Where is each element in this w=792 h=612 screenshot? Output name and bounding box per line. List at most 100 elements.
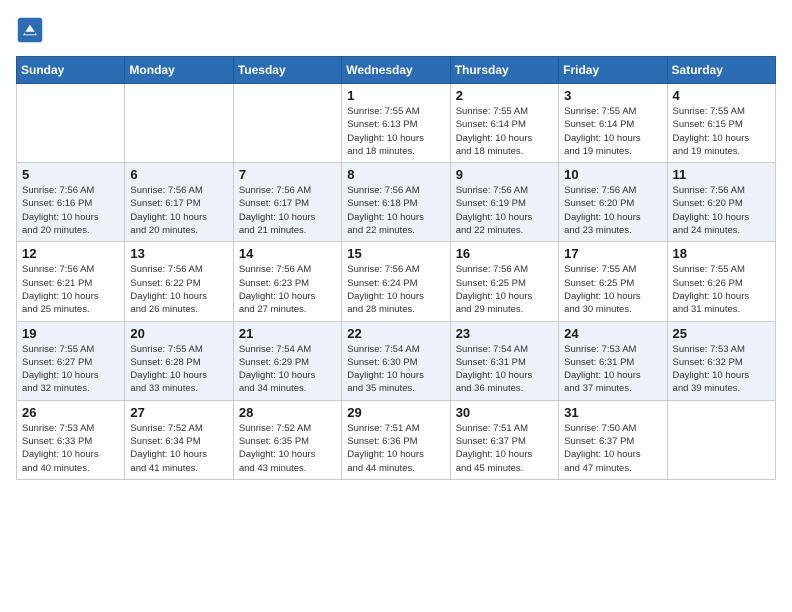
day-info: Sunrise: 7:56 AM Sunset: 6:16 PM Dayligh…: [22, 184, 119, 237]
day-number: 29: [347, 405, 444, 420]
day-info: Sunrise: 7:51 AM Sunset: 6:37 PM Dayligh…: [456, 422, 553, 475]
day-number: 10: [564, 167, 661, 182]
day-info: Sunrise: 7:55 AM Sunset: 6:28 PM Dayligh…: [130, 343, 227, 396]
day-info: Sunrise: 7:56 AM Sunset: 6:17 PM Dayligh…: [239, 184, 336, 237]
day-number: 9: [456, 167, 553, 182]
day-header-wednesday: Wednesday: [342, 57, 450, 84]
day-number: 11: [673, 167, 770, 182]
day-number: 21: [239, 326, 336, 341]
day-number: 14: [239, 246, 336, 261]
calendar-cell: 17Sunrise: 7:55 AM Sunset: 6:25 PM Dayli…: [559, 242, 667, 321]
calendar-cell: 27 Sunrise: 7:52 AM Sunset: 6:34 PM Dayli…: [125, 400, 233, 479]
calendar-cell: 31 Sunrise: 7:50 AM Sunset: 6:37 PM Dayli…: [559, 400, 667, 479]
day-info: Sunrise: 7:54 AM Sunset: 6:31 PM Dayligh…: [456, 343, 553, 396]
calendar-week-row: 19 Sunrise: 7:55 AM Sunset: 6:27 PM Dayli…: [17, 321, 776, 400]
calendar-cell: 25 Sunrise: 7:53 AM Sunset: 6:32 PM Dayli…: [667, 321, 775, 400]
day-info: Sunrise: 7:53 AM Sunset: 6:32 PM Dayligh…: [673, 343, 770, 396]
day-info: Sunrise: 7:53 AM Sunset: 6:31 PM Dayligh…: [564, 343, 661, 396]
calendar-week-row: 26Sunrise: 7:53 AM Sunset: 6:33 PM Dayli…: [17, 400, 776, 479]
calendar-cell: 15 Sunrise: 7:56 AM Sunset: 6:24 PM Dayli…: [342, 242, 450, 321]
day-header-tuesday: Tuesday: [233, 57, 341, 84]
day-number: 26: [22, 405, 119, 420]
calendar-cell: 26Sunrise: 7:53 AM Sunset: 6:33 PM Dayli…: [17, 400, 125, 479]
calendar-cell: 29 Sunrise: 7:51 AM Sunset: 6:36 PM Dayli…: [342, 400, 450, 479]
day-info: Sunrise: 7:52 AM Sunset: 6:35 PM Dayligh…: [239, 422, 336, 475]
calendar-cell: [17, 84, 125, 163]
day-number: 24: [564, 326, 661, 341]
calendar-cell: 7 Sunrise: 7:56 AM Sunset: 6:17 PM Daylig…: [233, 163, 341, 242]
calendar-cell: 12Sunrise: 7:56 AM Sunset: 6:21 PM Dayli…: [17, 242, 125, 321]
calendar-cell: 13 Sunrise: 7:56 AM Sunset: 6:22 PM Dayli…: [125, 242, 233, 321]
day-number: 30: [456, 405, 553, 420]
calendar-cell: 19 Sunrise: 7:55 AM Sunset: 6:27 PM Dayli…: [17, 321, 125, 400]
day-info: Sunrise: 7:56 AM Sunset: 6:20 PM Dayligh…: [673, 184, 770, 237]
calendar-cell: 6 Sunrise: 7:56 AM Sunset: 6:17 PM Daylig…: [125, 163, 233, 242]
logo: [16, 16, 48, 44]
day-header-saturday: Saturday: [667, 57, 775, 84]
day-number: 13: [130, 246, 227, 261]
calendar-cell: 10 Sunrise: 7:56 AM Sunset: 6:20 PM Dayli…: [559, 163, 667, 242]
calendar-cell: 16 Sunrise: 7:56 AM Sunset: 6:25 PM Dayli…: [450, 242, 558, 321]
calendar-cell: 18 Sunrise: 7:55 AM Sunset: 6:26 PM Dayli…: [667, 242, 775, 321]
day-number: 18: [673, 246, 770, 261]
calendar-cell: [233, 84, 341, 163]
calendar-cell: 5 Sunrise: 7:56 AM Sunset: 6:16 PM Daylig…: [17, 163, 125, 242]
day-info: Sunrise: 7:55 AM Sunset: 6:14 PM Dayligh…: [456, 105, 553, 158]
day-info: Sunrise: 7:56 AM Sunset: 6:24 PM Dayligh…: [347, 263, 444, 316]
day-info: Sunrise: 7:56 AM Sunset: 6:19 PM Dayligh…: [456, 184, 553, 237]
day-info: Sunrise: 7:51 AM Sunset: 6:36 PM Dayligh…: [347, 422, 444, 475]
day-number: 12: [22, 246, 119, 261]
day-number: 31: [564, 405, 661, 420]
page-header: [16, 16, 776, 44]
day-number: 7: [239, 167, 336, 182]
day-number: 2: [456, 88, 553, 103]
day-info: Sunrise: 7:56 AM Sunset: 6:18 PM Dayligh…: [347, 184, 444, 237]
calendar-cell: 1 Sunrise: 7:55 AM Sunset: 6:13 PM Daylig…: [342, 84, 450, 163]
calendar-cell: 30 Sunrise: 7:51 AM Sunset: 6:37 PM Dayli…: [450, 400, 558, 479]
day-number: 16: [456, 246, 553, 261]
day-number: 4: [673, 88, 770, 103]
calendar-cell: 14Sunrise: 7:56 AM Sunset: 6:23 PM Dayli…: [233, 242, 341, 321]
day-number: 3: [564, 88, 661, 103]
calendar-cell: 8 Sunrise: 7:56 AM Sunset: 6:18 PM Daylig…: [342, 163, 450, 242]
calendar-week-row: 1 Sunrise: 7:55 AM Sunset: 6:13 PM Daylig…: [17, 84, 776, 163]
day-info: Sunrise: 7:54 AM Sunset: 6:29 PM Dayligh…: [239, 343, 336, 396]
day-number: 20: [130, 326, 227, 341]
day-number: 25: [673, 326, 770, 341]
day-header-thursday: Thursday: [450, 57, 558, 84]
day-number: 19: [22, 326, 119, 341]
day-number: 23: [456, 326, 553, 341]
calendar-cell: 20 Sunrise: 7:55 AM Sunset: 6:28 PM Dayli…: [125, 321, 233, 400]
day-info: Sunrise: 7:55 AM Sunset: 6:26 PM Dayligh…: [673, 263, 770, 316]
day-header-friday: Friday: [559, 57, 667, 84]
day-info: Sunrise: 7:56 AM Sunset: 6:22 PM Dayligh…: [130, 263, 227, 316]
calendar-cell: 3 Sunrise: 7:55 AM Sunset: 6:14 PM Daylig…: [559, 84, 667, 163]
calendar-cell: 21 Sunrise: 7:54 AM Sunset: 6:29 PM Dayli…: [233, 321, 341, 400]
day-info: Sunrise: 7:52 AM Sunset: 6:34 PM Dayligh…: [130, 422, 227, 475]
day-number: 22: [347, 326, 444, 341]
calendar: SundayMondayTuesdayWednesdayThursdayFrid…: [16, 56, 776, 480]
calendar-cell: 22 Sunrise: 7:54 AM Sunset: 6:30 PM Dayli…: [342, 321, 450, 400]
day-info: Sunrise: 7:56 AM Sunset: 6:17 PM Dayligh…: [130, 184, 227, 237]
day-info: Sunrise: 7:54 AM Sunset: 6:30 PM Dayligh…: [347, 343, 444, 396]
day-number: 6: [130, 167, 227, 182]
day-number: 27: [130, 405, 227, 420]
day-number: 8: [347, 167, 444, 182]
day-header-monday: Monday: [125, 57, 233, 84]
day-number: 5: [22, 167, 119, 182]
day-info: Sunrise: 7:55 AM Sunset: 6:14 PM Dayligh…: [564, 105, 661, 158]
day-info: Sunrise: 7:56 AM Sunset: 6:20 PM Dayligh…: [564, 184, 661, 237]
calendar-week-row: 5 Sunrise: 7:56 AM Sunset: 6:16 PM Daylig…: [17, 163, 776, 242]
day-info: Sunrise: 7:55 AM Sunset: 6:15 PM Dayligh…: [673, 105, 770, 158]
day-info: Sunrise: 7:56 AM Sunset: 6:25 PM Dayligh…: [456, 263, 553, 316]
day-info: Sunrise: 7:50 AM Sunset: 6:37 PM Dayligh…: [564, 422, 661, 475]
day-info: Sunrise: 7:55 AM Sunset: 6:27 PM Dayligh…: [22, 343, 119, 396]
calendar-cell: [667, 400, 775, 479]
calendar-cell: 11 Sunrise: 7:56 AM Sunset: 6:20 PM Dayli…: [667, 163, 775, 242]
calendar-cell: 28 Sunrise: 7:52 AM Sunset: 6:35 PM Dayli…: [233, 400, 341, 479]
day-number: 1: [347, 88, 444, 103]
day-info: Sunrise: 7:55 AM Sunset: 6:13 PM Dayligh…: [347, 105, 444, 158]
calendar-cell: 4 Sunrise: 7:55 AM Sunset: 6:15 PM Daylig…: [667, 84, 775, 163]
day-number: 28: [239, 405, 336, 420]
day-number: 15: [347, 246, 444, 261]
